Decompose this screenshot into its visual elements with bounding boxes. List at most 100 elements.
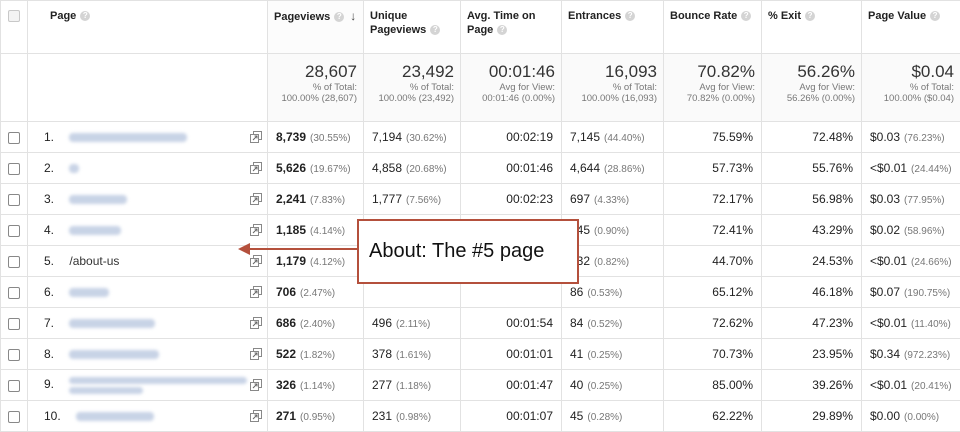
pageviews-cell: 326(1.14%) <box>268 370 364 401</box>
row-checkbox[interactable] <box>8 163 20 175</box>
exit-cell: 46.18% <box>762 277 862 308</box>
open-page-icon[interactable] <box>250 193 262 205</box>
col-bounce-rate[interactable]: Bounce Rate? <box>664 1 762 54</box>
page-link[interactable] <box>69 374 247 397</box>
row-checkbox[interactable] <box>8 132 20 144</box>
col-pageviews[interactable]: Pageviews?↓ <box>268 1 364 54</box>
select-all-checkbox-cell[interactable] <box>1 1 28 54</box>
table-row[interactable]: 1. 8,739(30.55%) 7,194(30.62%) 00:02:19 … <box>1 122 960 153</box>
pageviews-cell: 2,241(7.83%) <box>268 184 364 215</box>
row-checkbox-cell[interactable] <box>1 215 28 246</box>
open-page-icon[interactable] <box>250 162 262 174</box>
col-avg-time[interactable]: Avg. Time on Page? <box>461 1 562 54</box>
row-checkbox-cell[interactable] <box>1 339 28 370</box>
page-link[interactable] <box>69 285 109 299</box>
col-page[interactable]: Page? <box>28 1 268 54</box>
blurred-page-url <box>69 195 127 204</box>
page-cell: 9. <box>28 370 268 401</box>
blurred-page-url <box>69 226 121 235</box>
page-link[interactable] <box>76 409 154 423</box>
sort-descending-icon[interactable]: ↓ <box>350 9 356 23</box>
total-exit: 56.26%Avg for View:56.26% (0.00%) <box>762 54 862 122</box>
blurred-page-url <box>69 164 79 173</box>
exit-cell: 39.26% <box>762 370 862 401</box>
open-page-icon[interactable] <box>250 286 262 298</box>
row-checkbox[interactable] <box>8 194 20 206</box>
open-page-icon[interactable] <box>250 348 262 360</box>
row-checkbox-cell[interactable] <box>1 277 28 308</box>
help-icon[interactable]: ? <box>80 11 90 21</box>
help-icon[interactable]: ? <box>930 11 940 21</box>
page-link[interactable] <box>69 316 155 330</box>
help-icon[interactable]: ? <box>497 25 507 35</box>
page-link[interactable] <box>69 347 159 361</box>
row-checkbox[interactable] <box>8 256 20 268</box>
unique-pageviews-cell: 4,858(20.68%) <box>364 153 461 184</box>
col-page-value[interactable]: Page Value? <box>862 1 960 54</box>
pageviews-cell: 522(1.82%) <box>268 339 364 370</box>
row-checkbox-cell[interactable] <box>1 246 28 277</box>
help-icon[interactable]: ? <box>741 11 751 21</box>
help-icon[interactable]: ? <box>430 25 440 35</box>
row-number: 5. <box>30 254 54 268</box>
row-number: 3. <box>30 192 54 206</box>
row-checkbox-cell[interactable] <box>1 308 28 339</box>
row-checkbox[interactable] <box>8 225 20 237</box>
table-row[interactable]: 8. 522(1.82%) 378(1.61%) 00:01:01 41(0.2… <box>1 339 960 370</box>
total-entrances: 16,093% of Total:100.00% (16,093) <box>562 54 664 122</box>
page-link[interactable] <box>69 223 121 237</box>
table-row[interactable]: 10. 271(0.95%) 231(0.98%) 00:01:07 45(0.… <box>1 401 960 432</box>
row-checkbox-cell[interactable] <box>1 122 28 153</box>
help-icon[interactable]: ? <box>625 11 635 21</box>
exit-cell: 23.95% <box>762 339 862 370</box>
table-row[interactable]: 2. 5,626(19.67%) 4,858(20.68%) 00:01:46 … <box>1 153 960 184</box>
pageviews-cell: 686(2.40%) <box>268 308 364 339</box>
open-page-icon[interactable] <box>250 379 262 391</box>
table-row[interactable]: 3. 2,241(7.83%) 1,777(7.56%) 00:02:23 69… <box>1 184 960 215</box>
open-page-icon[interactable] <box>250 317 262 329</box>
unique-pageviews-cell: 231(0.98%) <box>364 401 461 432</box>
select-all-checkbox[interactable] <box>8 10 20 22</box>
col-entrances[interactable]: Entrances? <box>562 1 664 54</box>
bounce-rate-cell: 72.62% <box>664 308 762 339</box>
avg-time-cell: 00:01:54 <box>461 308 562 339</box>
row-checkbox[interactable] <box>8 318 20 330</box>
page-link[interactable] <box>69 130 187 144</box>
bounce-rate-cell: 72.41% <box>664 215 762 246</box>
row-checkbox-cell[interactable] <box>1 401 28 432</box>
row-checkbox-cell[interactable] <box>1 370 28 401</box>
page-link[interactable] <box>69 192 127 206</box>
open-page-icon[interactable] <box>250 224 262 236</box>
row-checkbox-cell[interactable] <box>1 153 28 184</box>
exit-cell: 29.89% <box>762 401 862 432</box>
page-link[interactable]: /about-us <box>69 254 119 268</box>
col-unique-pageviews[interactable]: Unique Pageviews? <box>364 1 461 54</box>
entrances-cell: 84(0.52%) <box>562 308 664 339</box>
col-exit[interactable]: % Exit? <box>762 1 862 54</box>
blurred-page-url <box>69 350 159 359</box>
page-link[interactable] <box>69 161 79 175</box>
help-icon[interactable]: ? <box>805 11 815 21</box>
unique-pageviews-cell: 7,194(30.62%) <box>364 122 461 153</box>
exit-cell: 47.23% <box>762 308 862 339</box>
entrances-cell: 45(0.28%) <box>562 401 664 432</box>
open-page-icon[interactable] <box>250 410 262 422</box>
bounce-rate-cell: 62.22% <box>664 401 762 432</box>
blurred-page-url <box>76 412 154 421</box>
table-row[interactable]: 9. 326(1.14%) 277(1.18%) 00:01:47 40(0.2… <box>1 370 960 401</box>
entrances-cell: 7,145(44.40%) <box>562 122 664 153</box>
entrances-cell: 40(0.25%) <box>562 370 664 401</box>
row-checkbox[interactable] <box>8 380 20 392</box>
total-page-value: $0.04% of Total:100.00% ($0.04) <box>862 54 960 122</box>
table-row[interactable]: 7. 686(2.40%) 496(2.11%) 00:01:54 84(0.5… <box>1 308 960 339</box>
help-icon[interactable]: ? <box>334 12 344 22</box>
row-checkbox[interactable] <box>8 411 20 423</box>
open-page-icon[interactable] <box>250 131 262 143</box>
bounce-rate-cell: 72.17% <box>664 184 762 215</box>
page-value-cell: $0.03(76.23%) <box>862 122 960 153</box>
page-value-cell: <$0.01(24.44%) <box>862 153 960 184</box>
page-value-cell: $0.00(0.00%) <box>862 401 960 432</box>
row-checkbox-cell[interactable] <box>1 184 28 215</box>
row-checkbox[interactable] <box>8 287 20 299</box>
row-checkbox[interactable] <box>8 349 20 361</box>
